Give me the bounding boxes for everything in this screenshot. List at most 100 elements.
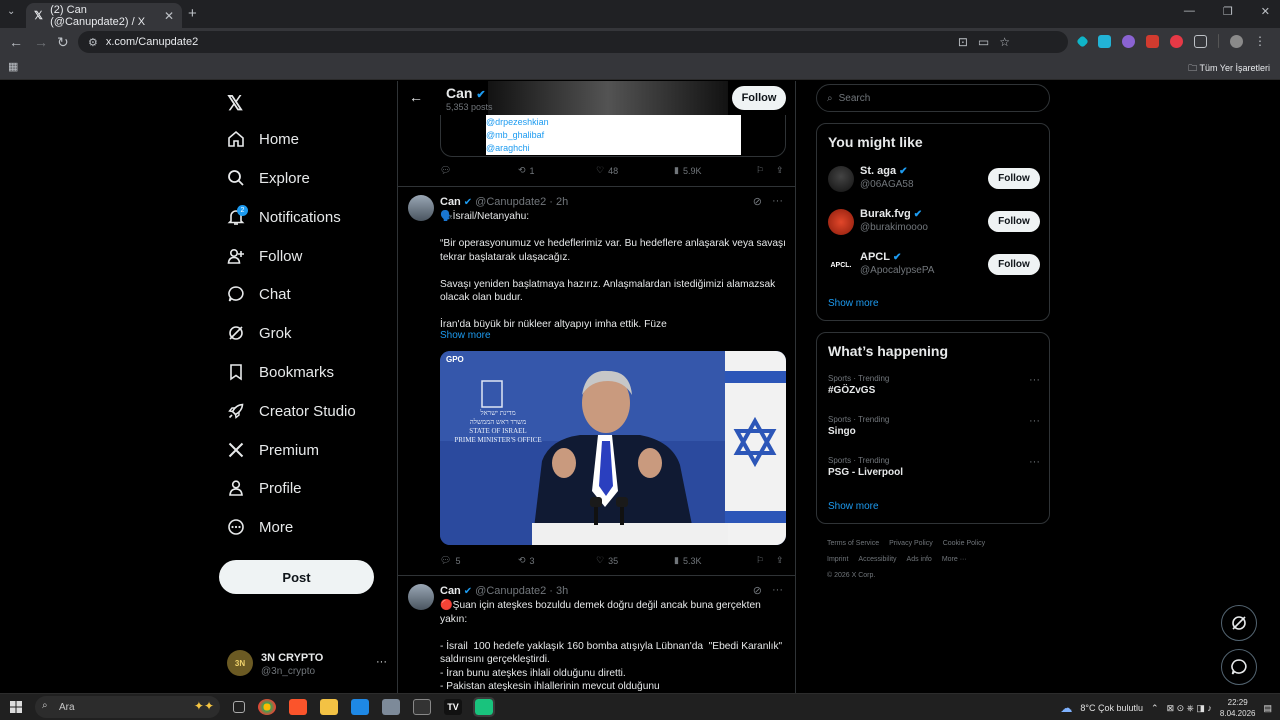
chevron-up-icon[interactable]: ⌃ [1151,703,1159,714]
translate-icon[interactable]: ⊡ [958,35,968,49]
more-icon[interactable]: ··· [772,584,783,597]
grok-icon[interactable]: ⊘ [753,195,762,208]
tweet-avatar[interactable] [408,584,434,610]
reply-button[interactable]: 💬︎ [440,165,518,176]
follow-button[interactable]: Follow [988,211,1040,232]
all-bookmarks[interactable]: 🗀 Tüm Yer İşaretleri [1188,61,1270,77]
brave-icon[interactable] [289,699,307,715]
tweet-time[interactable]: 3h [556,585,568,597]
extension-gem-icon[interactable] [1076,34,1089,48]
bookmark-button[interactable]: ⚐ [756,555,776,566]
active-app-icon[interactable] [473,697,495,717]
post-button[interactable]: Post [219,560,374,594]
windows-start-icon[interactable] [10,701,22,713]
trend-item[interactable]: Sports · Trending PSG - Liverpool ··· [828,456,1040,486]
author-name[interactable]: Can [440,585,461,597]
nav-item-profile[interactable]: Profile [227,476,302,500]
x-logo-icon[interactable]: 𝕏 [227,91,243,116]
trend-more-icon[interactable]: ··· [1029,456,1040,468]
footer-link[interactable]: More ··· [942,556,967,563]
menu-kebab-icon[interactable]: ⋮ [1254,35,1267,48]
like-button[interactable]: ♡ 35 [596,555,674,566]
author-handle[interactable]: @Canupdate2 [475,196,546,208]
tweet-time[interactable]: 2h [556,196,568,208]
extension-shield-icon[interactable] [1170,34,1183,48]
share-button[interactable]: ⇪ [776,555,784,566]
repost-button[interactable]: ⟲ 1 [518,165,596,176]
url-field[interactable]: ⚙ x.com/Canupdate2 ⊡ ▭ ☆ [78,31,1068,53]
show-more-link[interactable]: Show more [828,501,879,512]
star-icon[interactable]: ☆ [999,35,1010,49]
author-handle[interactable]: @Canupdate2 [475,585,546,597]
grok-icon[interactable]: ⊘ [753,584,762,597]
suggestion[interactable]: Burak.fvg ✔ @burakimoooo Follow [828,207,1040,237]
trend-item[interactable]: Sports · Trending #GÖZvGS ··· [828,374,1040,404]
bookmark-button[interactable]: ⚐ [756,165,776,176]
site-info-icon[interactable]: ⚙ [88,36,98,49]
nav-item-home[interactable]: Home [227,127,299,151]
footer-link[interactable]: Ads info [907,556,932,563]
extension-purple-icon[interactable] [1122,34,1135,48]
reload-icon[interactable]: ↻ [57,34,69,51]
cast-icon[interactable]: ▭ [978,35,989,49]
repost-button[interactable]: ⟲ 3 [518,555,596,566]
nav-item-follow[interactable]: Follow [227,244,302,268]
suggestion[interactable]: St. aga ✔ @06AGA58 Follow [828,164,1040,194]
forward-icon[interactable]: → [34,34,48,50]
clock[interactable]: 22:29 8.04.2026 [1220,697,1256,719]
close-tab-icon[interactable]: ✕ [164,9,174,23]
apps-grid-icon[interactable]: ▦ [8,60,18,73]
show-more-link[interactable]: Show more [440,330,491,341]
follow-button[interactable]: Follow [988,168,1040,189]
extension-red-icon[interactable] [1146,34,1159,48]
share-button[interactable]: ⇪ [776,165,784,176]
footer-link[interactable]: Imprint [827,556,848,563]
nav-item-notifications[interactable]: 2 Notifications [227,205,341,229]
follow-button[interactable]: Follow [988,254,1040,275]
nav-item-more[interactable]: More [227,515,293,539]
more-icon[interactable]: ··· [772,195,783,208]
app-icon[interactable] [382,699,400,715]
nav-item-grok[interactable]: Grok [227,321,292,345]
trend-more-icon[interactable]: ··· [1029,374,1040,386]
nav-item-creator-studio[interactable]: Creator Studio [227,399,356,423]
views-button[interactable]: ▮ 5.9K [674,165,756,176]
tweet-avatar[interactable] [408,195,434,221]
profile-avatar-icon[interactable] [1230,34,1243,48]
suggestion[interactable]: APCL. APCL ✔ @ApocalypsePA Follow [828,250,1040,280]
notification-center-icon[interactable]: ▤ [1263,703,1272,714]
messages-fab-icon[interactable] [1221,649,1257,685]
weather-text[interactable]: 8°C Çok bulutlu [1080,703,1143,713]
mail-icon[interactable] [351,699,369,715]
account-switcher[interactable]: 3N 3N CRYPTO @3n_crypto ··· [227,650,387,678]
footer-link[interactable]: Cookie Policy [943,540,985,547]
nav-item-bookmarks[interactable]: Bookmarks [227,360,334,384]
back-arrow-icon[interactable]: ← [409,89,423,105]
nav-item-premium[interactable]: Premium [227,438,319,462]
footer-link[interactable]: Terms of Service [827,540,879,547]
grok-fab-icon[interactable] [1221,605,1257,641]
new-tab-icon[interactable]: + [188,5,197,22]
back-icon[interactable]: ← [9,34,23,50]
chrome-icon[interactable] [258,699,276,715]
footer-link[interactable]: Privacy Policy [889,540,933,547]
nav-item-chat[interactable]: Chat [227,282,291,306]
trend-item[interactable]: Sports · Trending Singo ··· [828,415,1040,445]
tradingview-icon[interactable]: TV [444,699,462,715]
follow-button[interactable]: Follow [732,86,786,110]
like-button[interactable]: ♡ 48 [596,165,674,176]
minimize-icon[interactable]: — [1184,5,1195,18]
reply-button[interactable]: 💬︎ 5 [440,555,518,566]
restore-icon[interactable]: ❐ [1223,5,1233,18]
trend-more-icon[interactable]: ··· [1029,415,1040,427]
browser-tab[interactable]: 𝕏 (2) Can (@Canupdate2) / X ✕ [26,3,182,28]
file-explorer-icon[interactable] [320,699,338,715]
tray-icons[interactable]: ⊠ ⊙ ⎈ ◨ ♪ [1167,703,1212,714]
close-window-icon[interactable]: ✕ [1261,5,1270,18]
show-more-link[interactable]: Show more [828,298,879,309]
tab-list-icon[interactable]: ⌄ [7,6,15,17]
tweet-image[interactable]: GPO מדינת ישראל משרד ראש הממשלה STATE OF… [440,351,786,545]
task-view-icon[interactable] [233,701,245,713]
extension-cyan-icon[interactable] [1098,34,1111,48]
views-button[interactable]: ▮ 5.3K [674,555,756,566]
